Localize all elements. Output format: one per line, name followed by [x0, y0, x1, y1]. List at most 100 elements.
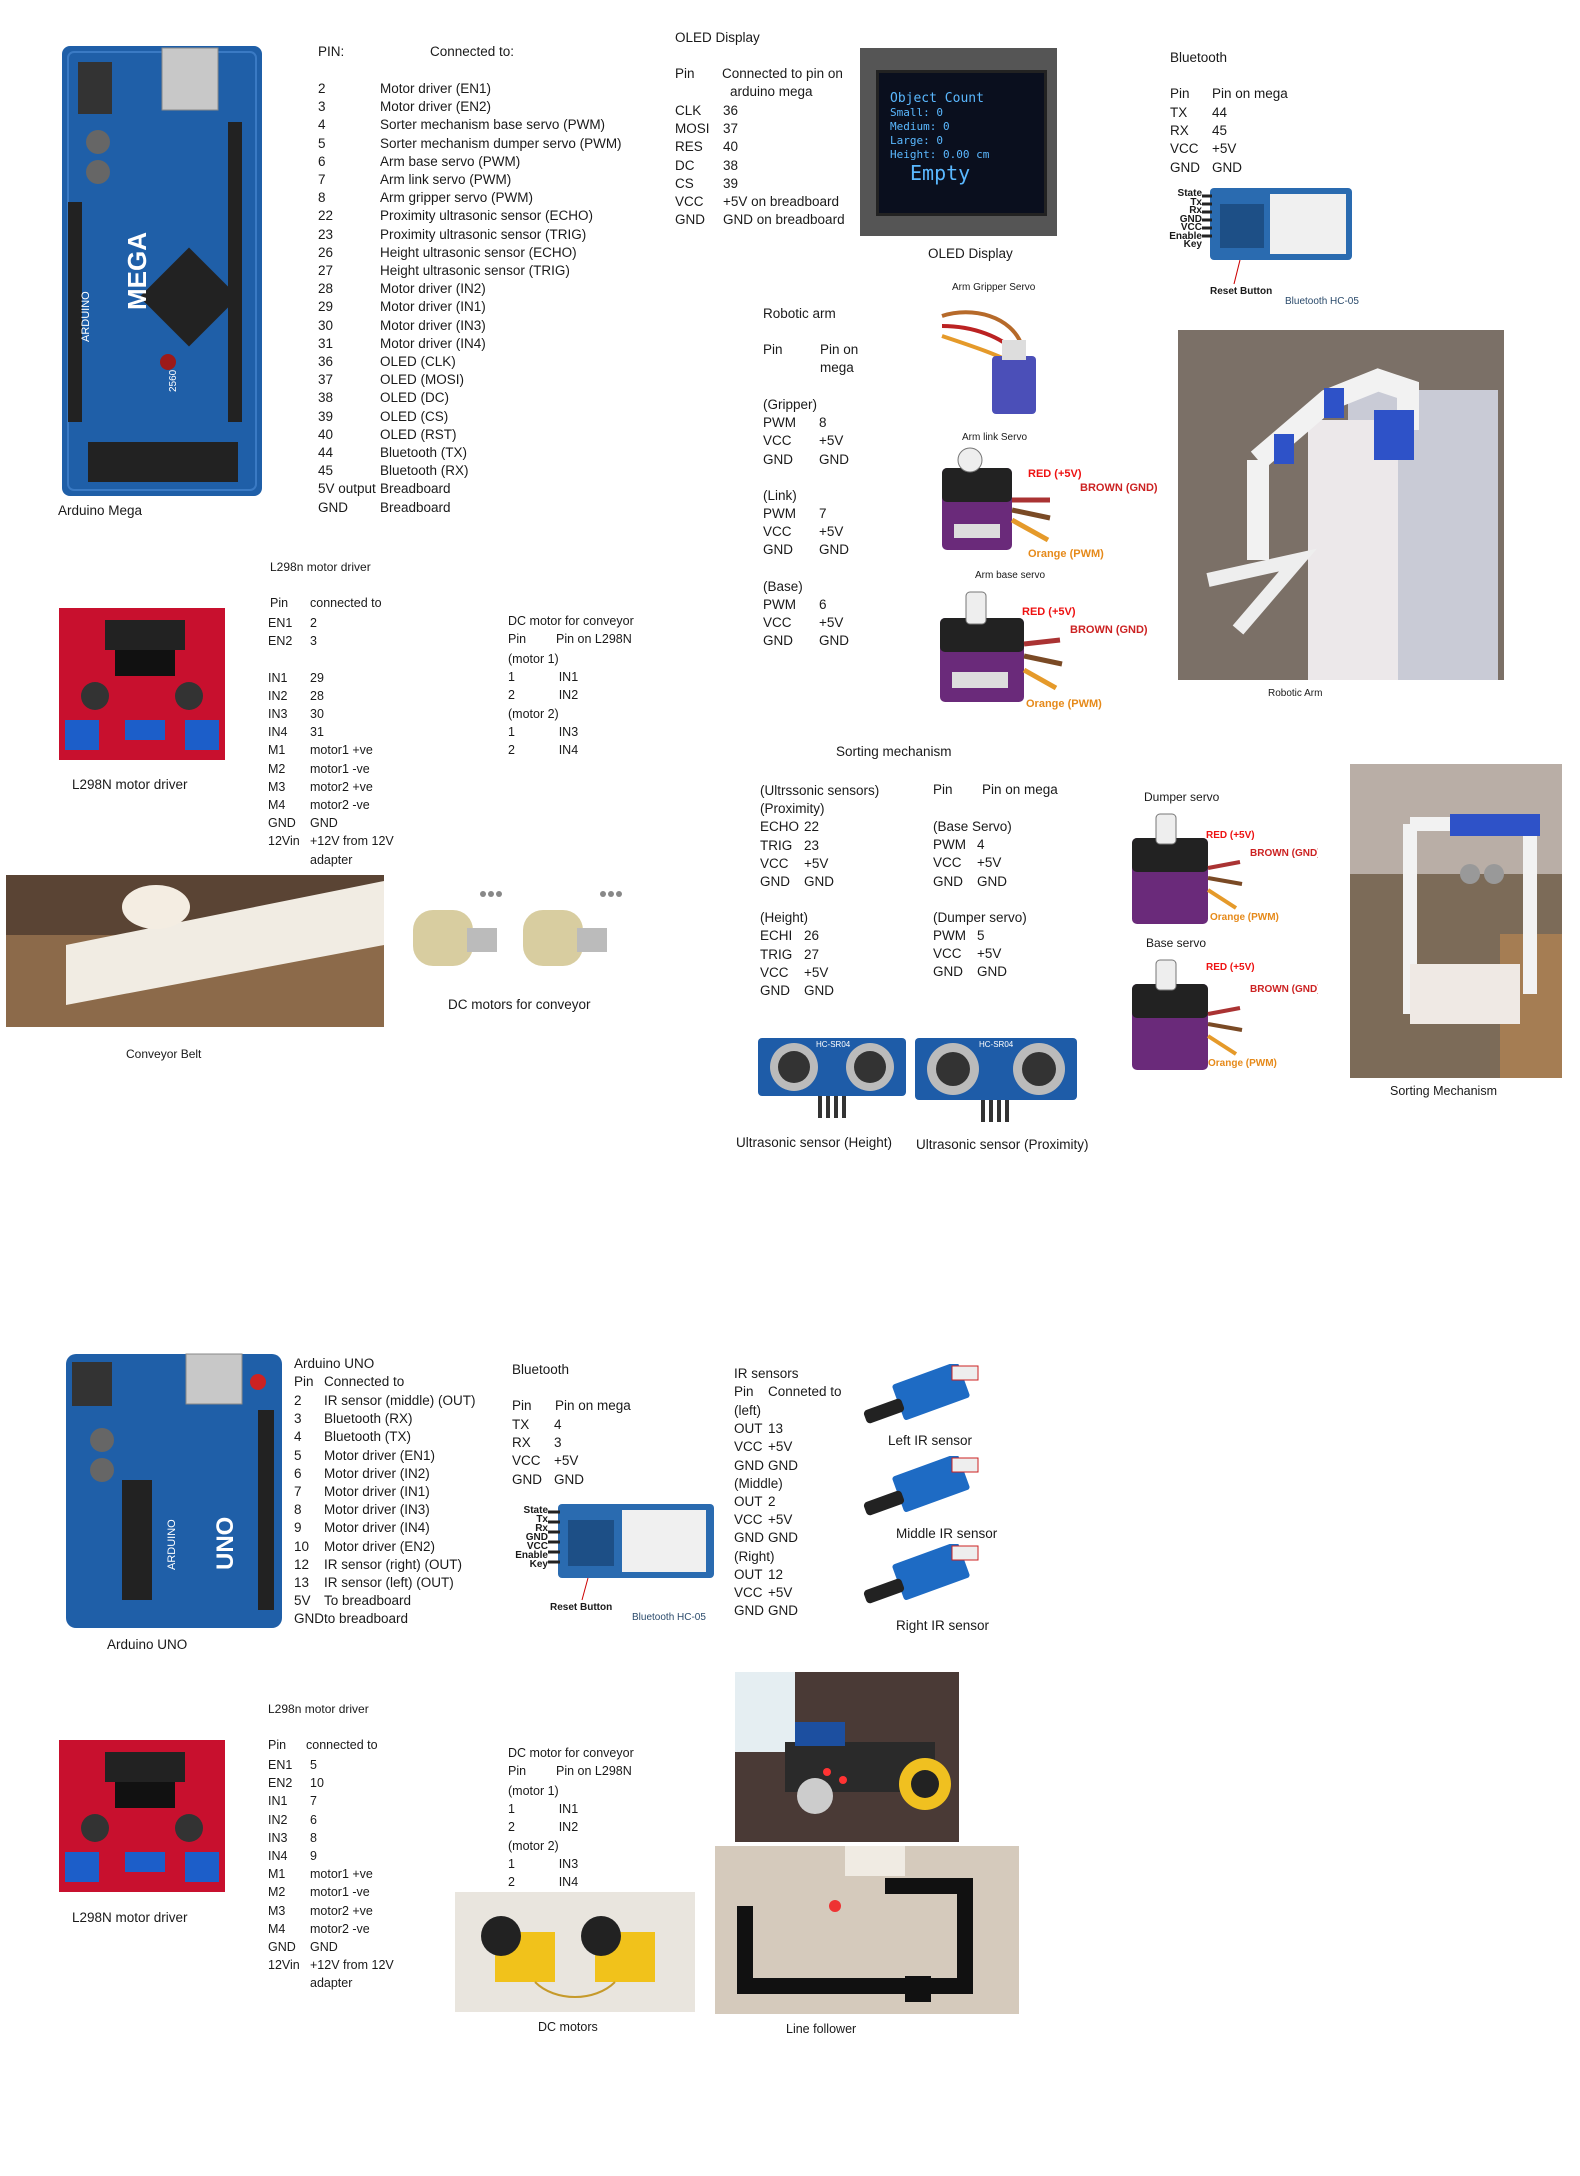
pin-cell: 2 [508, 688, 515, 703]
connection-cell: motor2 +ve [310, 1903, 373, 1918]
sorting-left-row: VCC +5V [760, 964, 879, 982]
base-servo-caption: Base servo [1146, 936, 1207, 950]
pin-cell: GND [763, 633, 793, 649]
connection-cell: 31 [310, 725, 324, 740]
connection-cell [559, 705, 578, 723]
connection-cell: motor1 +ve [310, 743, 373, 758]
pin-cell: IN3 [268, 707, 288, 721]
pin-cell: IN4 [268, 1849, 288, 1864]
dc2-pin-row: (motor 2) [508, 1837, 578, 1855]
mega-pin-row: 23 Proximity ultrasonic sensor (TRIG) [318, 226, 622, 244]
sorting-mechanism-photo [1350, 764, 1562, 1078]
pin-cell: GND [512, 1471, 542, 1487]
bt2-module-image: State Tx Rx GND VCC Enable Key Reset Button Bl… [502, 1494, 722, 1628]
oled-screen-status: Empty [910, 161, 971, 185]
l298-2-pin-row: IN1 7 [268, 1792, 394, 1810]
pin-cell: 28 [318, 281, 334, 297]
connection-cell: GND [819, 633, 849, 649]
bt1-module-image: State Tx Rx GND VCC Enable Key Reset Button Bl… [1160, 180, 1360, 310]
pin-cell: VCC [763, 615, 792, 631]
connection-cell: Motor driver (IN2) [324, 1465, 430, 1481]
arm-link-wire-brown: BROWN (GND) [1080, 482, 1158, 494]
connection-cell: 28 [310, 688, 324, 703]
pin-cell: IN2 [268, 688, 288, 703]
pin-cell: 10 [294, 1538, 310, 1554]
connection-cell: adapter [310, 852, 353, 867]
sorting-right-group-name: (Dumper servo) [933, 909, 1027, 925]
l298-2-image [55, 1732, 229, 1902]
oled-header-conn: Connected to pin on [722, 66, 843, 81]
l298-2-pin-row: 12Vin +12V from 12V [268, 1956, 394, 1974]
connection-cell: GND [819, 542, 849, 558]
sorting-mechanism-photo-caption: Sorting Mechanism [1390, 1084, 1497, 1098]
pin-cell: IN4 [268, 725, 288, 740]
l298-1-pin-table: EN1 2 EN2 3 IN1 29 IN2 28 IN3 30 IN4 31 M1 motor1 +ve… [268, 614, 394, 869]
oled-pin-table: CLK 36 MOSI 37 RES 40 DC 38 CS 39 VCC +5V on breadb… [675, 102, 845, 229]
dc1-pin-row: 1 IN3 [508, 723, 578, 741]
ultrasonic-height-image: HC-SR04 [756, 1036, 908, 1120]
sorting-right-row: PWM 5 [933, 927, 1027, 945]
sorting-right-row: VCC +5V [933, 854, 1027, 872]
pin-cell: VCC [933, 855, 962, 871]
ir-row: OUT 13 [734, 1420, 798, 1438]
pin-cell: 12 [294, 1556, 310, 1572]
uno-pin-row: 7 Motor driver (IN1) [294, 1483, 476, 1501]
mega-model-text: 2560 [168, 369, 179, 392]
mega-pin-row: 26 Height ultrasonic sensor (ECHO) [318, 244, 622, 262]
pin-cell: 8 [294, 1502, 302, 1518]
connection-cell: Sorter mechanism base servo (PWM) [380, 117, 606, 133]
pin-cell: VCC [734, 1512, 763, 1528]
connection-cell: Motor driver (EN1) [324, 1447, 436, 1463]
pin-cell: GND [734, 1530, 764, 1546]
pin-cell: GND [734, 1603, 764, 1619]
connection-cell: 12 [768, 1566, 784, 1582]
connection-cell: IN3 [558, 1856, 579, 1871]
pin-cell: 2 [294, 1393, 302, 1408]
l298-1-pin-row: IN1 29 [268, 669, 394, 687]
pin-cell: PWM [763, 415, 796, 431]
l298-1-pin-row [268, 650, 394, 668]
sorting-right-row: PWM 4 [933, 836, 1027, 854]
connection-cell: OLED (MOSI) [380, 372, 465, 388]
l298-1-header-conn: connected to [310, 596, 382, 610]
connection-cell: Motor driver (IN4) [380, 335, 486, 351]
connection-cell: OLED (CS) [380, 408, 449, 424]
connection-cell: 2 [310, 616, 317, 630]
connection-cell: IN1 [558, 670, 579, 685]
uno-header-pin: Pin [294, 1374, 314, 1389]
pin-cell: EN1 [268, 1758, 293, 1772]
connection-cell: 2 [768, 1494, 776, 1510]
uno-pin-row: 9 Motor driver (IN4) [294, 1519, 476, 1537]
dc2-header-pin: Pin [508, 1764, 527, 1778]
us-prox-caption: Ultrasonic sensor (Proximity) [916, 1137, 1089, 1152]
pin-cell: 27 [318, 263, 334, 279]
pin-cell: 13 [294, 1575, 310, 1591]
uno-pin-table: 2 IR sensor (middle) (OUT) 3 Bluetooth (RX)… [294, 1392, 476, 1629]
pin-cell: 8 [318, 190, 326, 206]
line-follower-track-photo [715, 1846, 1019, 2014]
uno-pin-row: 13 IR sensor (left) (OUT) [294, 1574, 476, 1592]
pin-cell: VCC [760, 964, 789, 980]
connection-cell: IN2 [558, 688, 579, 703]
sorting-right-group-name: (Base Servo) [933, 819, 1012, 834]
middle-ir-sensor-image [856, 1456, 984, 1534]
pin-cell: M1 [268, 743, 286, 758]
pin-cell: VCC [763, 433, 792, 449]
pin-cell: TX [1170, 105, 1188, 120]
arduino-uno-image: UNO ARDUINO [62, 1350, 286, 1632]
pin-cell: VCC [760, 855, 789, 871]
connection-cell: 5 [977, 928, 985, 944]
connection-cell: 40 [723, 139, 739, 155]
pin-cell: IN2 [268, 1812, 288, 1827]
pin-cell: M3 [268, 779, 286, 794]
uno-header-conn: Connected to [324, 1374, 405, 1389]
arm-link-servo-image: RED (+5V) BROWN (GND) Orange (PWM) [930, 440, 1160, 568]
l298-1-pin-row: adapter [268, 851, 394, 869]
dumper-servo-image: RED (+5V) BROWN (GND) Orange (PWM) [1128, 808, 1318, 938]
bt1-pin-row: GND GND [1170, 159, 1242, 177]
sorting-left-row: TRIG 27 [760, 946, 879, 964]
l298-2-pin-row: M1 motor1 +ve [268, 1865, 394, 1883]
l298-2-pin-row: IN4 9 [268, 1847, 394, 1865]
pin-cell: 2 [318, 81, 326, 96]
arm-gripper-servo-image [902, 296, 1048, 428]
